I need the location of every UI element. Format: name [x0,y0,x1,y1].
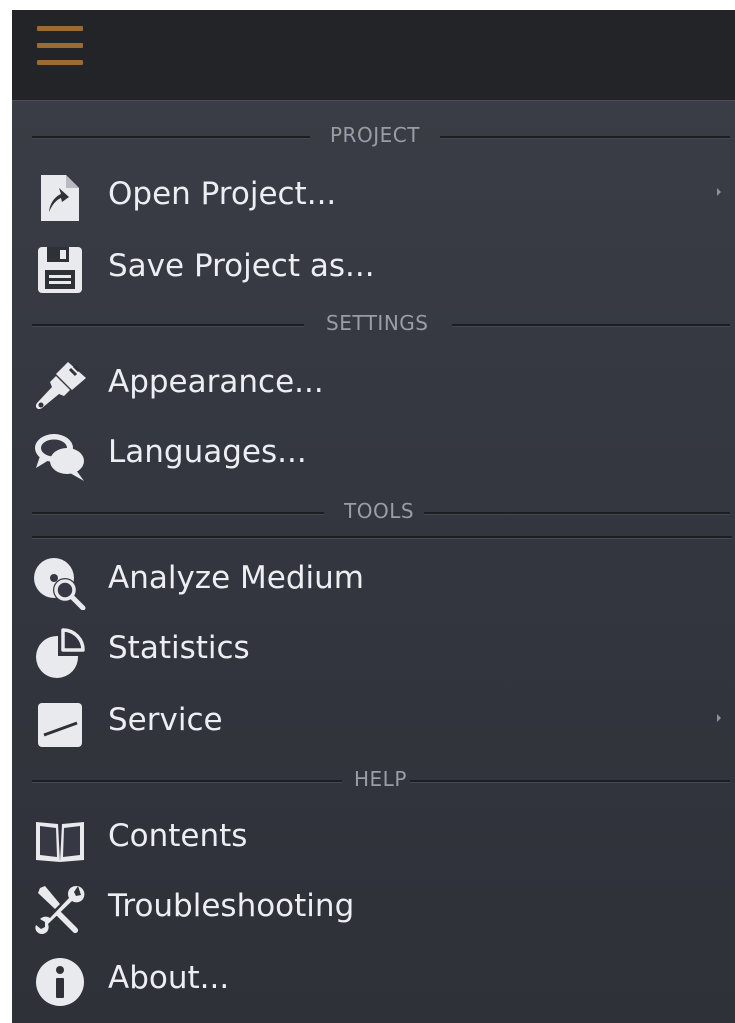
menu-item-about[interactable]: About... [12,948,735,1012]
pie-chart-icon [32,624,88,680]
menu-item-languages[interactable]: Languages... [12,422,735,486]
divider [32,536,732,538]
menu-item-label: Appearance... [108,364,324,400]
menu-item-label: Contents [108,818,248,854]
menu-item-label: Analyze Medium [108,560,364,596]
main-menu: PROJECT Open Project... Save Project as.… [12,100,735,1023]
section-title-tools: TOOLS [344,499,415,523]
section-header-tools: TOOLS [32,498,732,528]
hamburger-icon-bar [37,43,83,48]
info-icon [32,954,88,1010]
submenu-arrow-icon [717,188,721,196]
menu-item-service[interactable]: Service [12,690,735,754]
open-file-icon [32,170,88,226]
floppy-disk-icon [32,242,88,298]
section-title-project: PROJECT [330,123,420,147]
menu-item-label: Service [108,702,223,738]
hamburger-icon [37,26,83,31]
menu-item-label: Languages... [108,434,307,470]
hamburger-icon-bar [37,60,83,65]
section-title-settings: SETTINGS [326,311,429,335]
section-header-help: HELP [32,766,732,796]
app-window: PROJECT Open Project... Save Project as.… [12,10,735,1023]
menu-item-statistics[interactable]: Statistics [12,618,735,682]
section-header-project: PROJECT [32,122,732,152]
menu-item-label: About... [108,960,230,996]
tools-icon [32,882,88,938]
disc-magnifier-icon [32,554,88,610]
menu-item-analyze-medium[interactable]: Analyze Medium [12,548,735,612]
menu-item-open-project[interactable]: Open Project... [12,164,735,228]
menu-item-troubleshooting[interactable]: Troubleshooting [12,876,735,940]
section-title-help: HELP [354,767,407,791]
menu-item-contents[interactable]: Contents [12,806,735,870]
menu-item-label: Troubleshooting [108,888,355,924]
menu-item-label: Save Project as... [108,248,375,284]
service-icon [32,696,88,752]
menu-item-appearance[interactable]: Appearance... [12,352,735,416]
open-book-icon [32,812,88,868]
menu-item-label: Statistics [108,630,250,666]
submenu-arrow-icon [717,714,721,722]
paintbrush-icon [32,358,88,414]
top-bar [12,10,735,100]
hamburger-menu-button[interactable] [37,26,83,70]
section-header-settings: SETTINGS [32,310,732,340]
speech-bubbles-icon [32,428,88,484]
menu-item-label: Open Project... [108,176,337,212]
menu-item-save-project[interactable]: Save Project as... [12,236,735,300]
